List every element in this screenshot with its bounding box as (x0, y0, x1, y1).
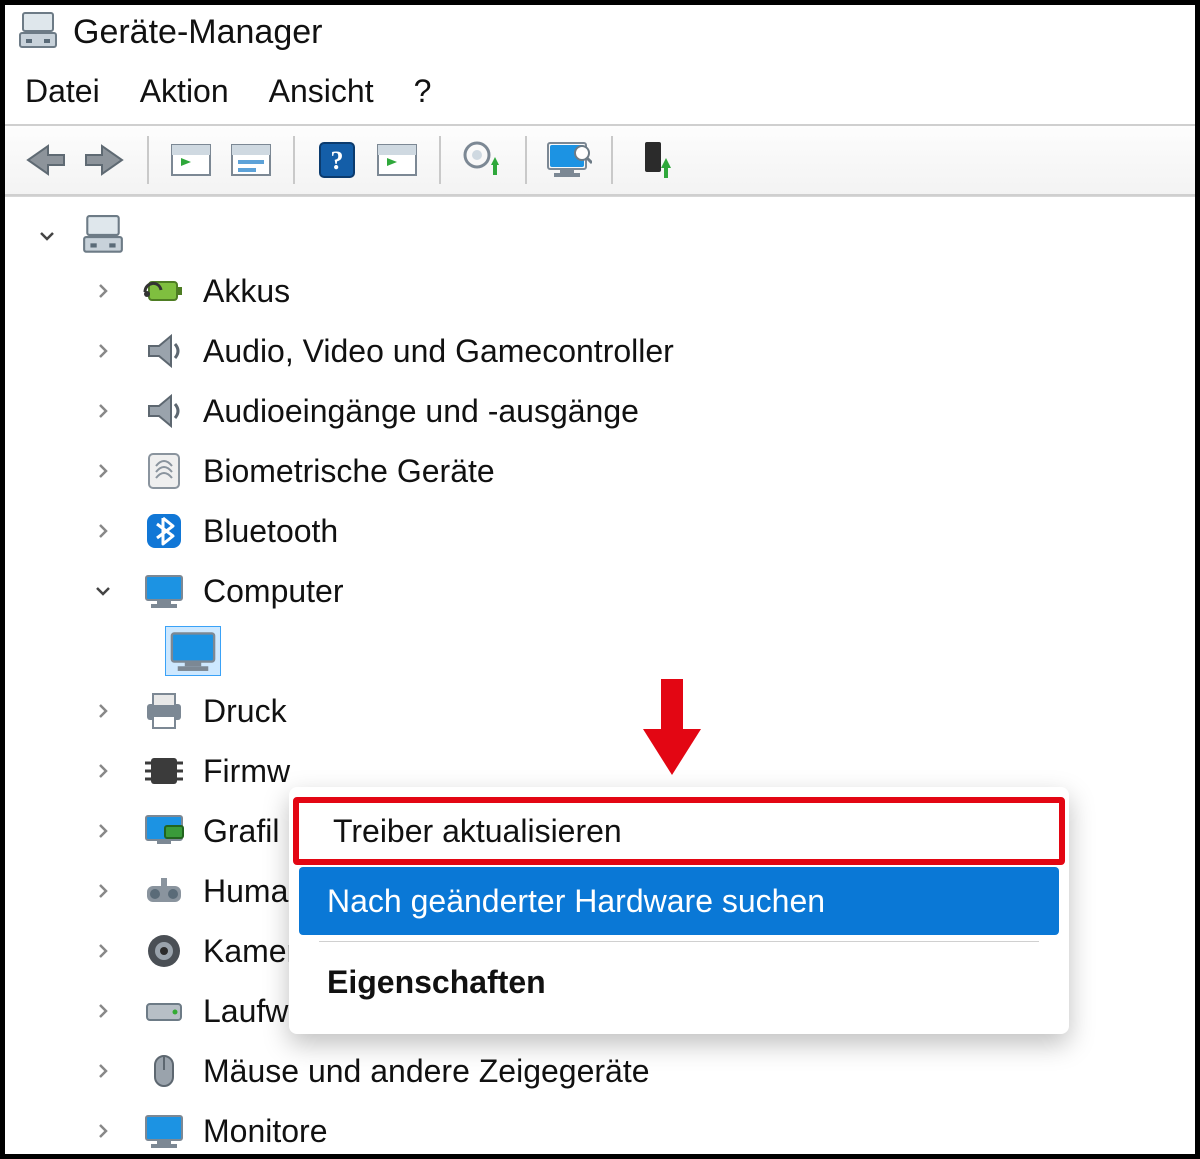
camera-icon (141, 928, 187, 974)
toolbar: ? (5, 126, 1195, 196)
toolbar-separator (439, 136, 441, 184)
menu-action[interactable]: Aktion (140, 73, 229, 110)
expand-icon[interactable] (91, 819, 115, 843)
menu-file[interactable]: Datei (25, 73, 100, 110)
tree-item-label: Akkus (203, 273, 290, 310)
device-manager-window: Geräte-Manager Datei Aktion Ansicht ? ? (0, 0, 1200, 1159)
mouse-icon (141, 1048, 187, 1094)
drive-icon (141, 988, 187, 1034)
context-menu: Treiber aktualisieren Nach geänderter Ha… (289, 787, 1069, 1034)
ctx-item-label: Eigenschaften (327, 964, 546, 1001)
annotation-arrow-icon (637, 679, 707, 779)
ctx-properties[interactable]: Eigenschaften (299, 948, 1059, 1016)
tree-item-printers[interactable]: Druck (35, 681, 1187, 741)
tree-item-label: Audio, Video und Gamecontroller (203, 333, 674, 370)
expand-icon[interactable] (91, 1119, 115, 1143)
expand-icon[interactable] (91, 1059, 115, 1083)
tree-item-biometric[interactable]: Biometrische Geräte (35, 441, 1187, 501)
tree-item-label: Monitore (203, 1113, 328, 1150)
ctx-item-label: Nach geänderter Hardware suchen (327, 883, 825, 920)
window-title: Geräte-Manager (73, 13, 322, 52)
tree-item-label: Grafil (203, 813, 279, 850)
nav-forward-button[interactable] (79, 134, 131, 186)
device-tree[interactable]: Akkus Audio, Video und Gamecontroller Au… (5, 196, 1195, 1159)
expand-icon[interactable] (91, 699, 115, 723)
expand-icon[interactable] (91, 339, 115, 363)
printer-icon (141, 688, 187, 734)
tree-item-mice[interactable]: Mäuse und andere Zeigegeräte (35, 1041, 1187, 1101)
tree-item-label: Bluetooth (203, 513, 338, 550)
toolbar-separator (525, 136, 527, 184)
tree-item-computer[interactable]: Computer (35, 561, 1187, 621)
tree-item-label: Huma (203, 873, 288, 910)
chip-icon (141, 748, 187, 794)
expand-icon[interactable] (91, 999, 115, 1023)
tree-item-batteries[interactable]: Akkus (35, 261, 1187, 321)
hid-icon (141, 868, 187, 914)
fingerprint-icon (141, 448, 187, 494)
expand-icon[interactable] (91, 759, 115, 783)
tree-item-label: Druck (203, 693, 287, 730)
tree-item-label: Audioeingänge und -ausgänge (203, 393, 639, 430)
expand-icon[interactable] (91, 879, 115, 903)
update-driver-button[interactable] (457, 134, 509, 186)
expand-icon[interactable] (91, 519, 115, 543)
device-manager-icon (17, 11, 59, 53)
menu-view[interactable]: Ansicht (269, 73, 374, 110)
bluetooth-icon (141, 508, 187, 554)
context-menu-divider (319, 941, 1039, 942)
help-button[interactable]: ? (311, 134, 363, 186)
tree-item-label: Computer (203, 573, 344, 610)
toolbar-separator (293, 136, 295, 184)
tree-item-monitors[interactable]: Monitore (35, 1101, 1187, 1159)
ctx-item-label: Treiber aktualisieren (333, 813, 622, 850)
collapse-icon[interactable] (91, 579, 115, 603)
monitor-icon (165, 626, 221, 676)
expand-icon[interactable] (91, 399, 115, 423)
tree-item-label: Mäuse und andere Zeigegeräte (203, 1053, 650, 1090)
speaker-icon (141, 388, 187, 434)
svg-text:?: ? (331, 146, 344, 175)
ctx-scan-hardware[interactable]: Nach geänderter Hardware suchen (299, 867, 1059, 935)
tree-item-label: Firmw (203, 753, 290, 790)
toolbar-separator (147, 136, 149, 184)
tree-item-computer-child-selected[interactable] (35, 621, 1187, 681)
expand-icon[interactable] (91, 279, 115, 303)
speaker-icon (141, 328, 187, 374)
remote-computer-button[interactable] (543, 134, 595, 186)
monitor-icon (141, 1108, 187, 1154)
titlebar: Geräte-Manager (5, 5, 1195, 65)
scan-hardware-button[interactable] (371, 134, 423, 186)
show-hidden-button[interactable] (165, 134, 217, 186)
tree-root[interactable] (35, 211, 1187, 261)
ctx-update-driver[interactable]: Treiber aktualisieren (293, 797, 1065, 865)
tree-item-audio-io[interactable]: Audioeingänge und -ausgänge (35, 381, 1187, 441)
tree-item-audio-video[interactable]: Audio, Video und Gamecontroller (35, 321, 1187, 381)
add-legacy-hardware-button[interactable] (629, 134, 681, 186)
nav-back-button[interactable] (19, 134, 71, 186)
toolbar-separator (611, 136, 613, 184)
menubar: Datei Aktion Ansicht ? (5, 65, 1195, 126)
menu-help[interactable]: ? (414, 73, 432, 110)
computer-root-icon (81, 214, 125, 258)
collapse-icon[interactable] (35, 224, 59, 248)
expand-icon[interactable] (91, 459, 115, 483)
properties-button[interactable] (225, 134, 277, 186)
tree-item-label: Biometrische Geräte (203, 453, 495, 490)
tree-item-bluetooth[interactable]: Bluetooth (35, 501, 1187, 561)
expand-icon[interactable] (91, 939, 115, 963)
display-adapter-icon (141, 808, 187, 854)
battery-icon (141, 268, 187, 314)
monitor-icon (141, 568, 187, 614)
